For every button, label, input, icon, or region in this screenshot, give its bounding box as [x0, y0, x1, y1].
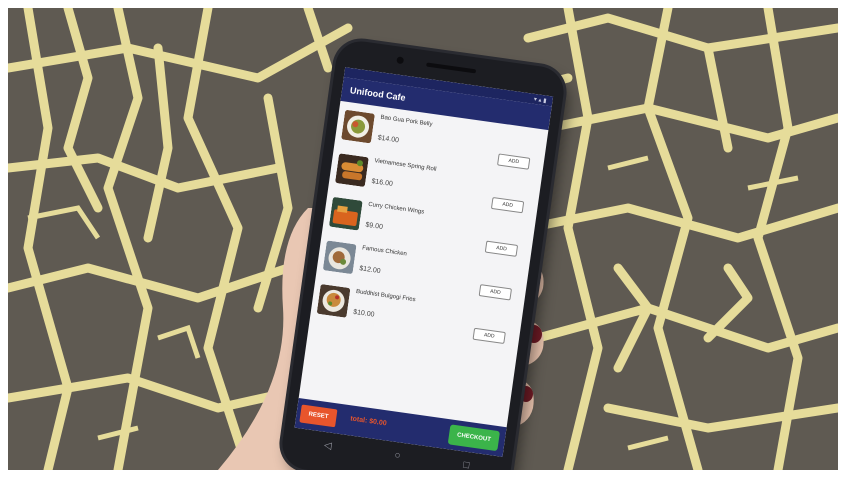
cart-total: total: $0.00 [349, 415, 388, 428]
item-price: $12.00 [358, 265, 381, 276]
item-price: $16.00 [371, 178, 394, 188]
food-thumbnail [316, 283, 351, 318]
reset-button[interactable]: RESET [299, 404, 338, 428]
item-name: Buddhist Bulgogi Fries [355, 288, 416, 304]
recents-square-icon[interactable]: □ [462, 459, 470, 470]
food-thumbnail [341, 109, 375, 144]
item-name: Famous Chicken [361, 245, 408, 258]
food-thumbnail [334, 153, 369, 188]
menu-list: Bao Gua Pork Belly $14.00 ADD Vietnamese… [310, 101, 549, 350]
item-price: $14.00 [377, 134, 400, 145]
item-name: Bao Gua Pork Belly [380, 114, 433, 128]
earpiece [426, 62, 477, 74]
checkout-button[interactable]: CHECKOUT [447, 424, 501, 452]
add-button[interactable]: ADD [472, 327, 506, 345]
item-price: $10.00 [352, 308, 375, 319]
phone-screen: ▾ ▴ ▮ Unifood Cafe Bao Gua Pork Belly $1… [294, 67, 554, 457]
item-name: Vietnamese Spring Roll [373, 158, 437, 173]
back-triangle-icon[interactable]: ◁ [323, 440, 332, 452]
status-icons: ▾ ▴ ▮ [533, 96, 547, 105]
add-button[interactable]: ADD [497, 153, 531, 170]
food-thumbnail [328, 196, 363, 231]
home-circle-icon[interactable]: ○ [394, 449, 402, 461]
add-button[interactable]: ADD [478, 284, 513, 301]
front-camera [396, 56, 405, 65]
add-button[interactable]: ADD [490, 196, 525, 214]
item-name: Curry Chicken Wings [367, 201, 425, 216]
item-price: $9.00 [364, 221, 384, 231]
photo: ▾ ▴ ▮ Unifood Cafe Bao Gua Pork Belly $1… [8, 8, 838, 470]
food-thumbnail [322, 240, 357, 275]
app-title: Unifood Cafe [349, 85, 407, 103]
add-button[interactable]: ADD [484, 240, 519, 257]
